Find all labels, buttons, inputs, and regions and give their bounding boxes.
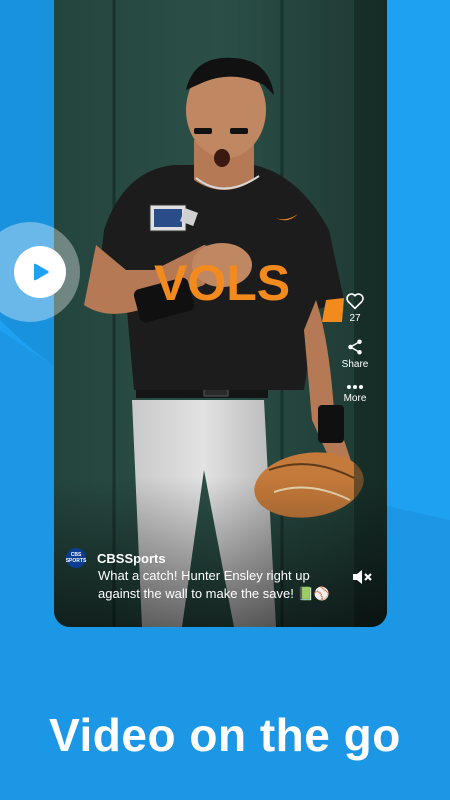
cbs-sports-logo: CBS SPORTS: [66, 548, 86, 568]
more-icon: [346, 385, 363, 389]
mute-button[interactable]: [351, 568, 373, 586]
more-label: More: [343, 393, 367, 404]
side-actions: 27 Share More: [335, 292, 375, 418]
more-button[interactable]: More: [343, 384, 367, 404]
video-source[interactable]: CBS SPORTS CBSSports: [66, 548, 166, 568]
heart-icon: [346, 293, 364, 310]
share-label: Share: [341, 359, 369, 370]
video-player[interactable]: VOLS 27 Share More CBS SPORTS CBSSports …: [54, 0, 387, 627]
play-button-inner: [14, 246, 66, 298]
share-button[interactable]: Share: [341, 338, 369, 370]
logo-text: CBS SPORTS: [65, 552, 87, 564]
muted-speaker-icon: [353, 570, 372, 584]
tagline: Video on the go: [49, 709, 401, 761]
jersey-letters: VOLS: [154, 255, 290, 311]
play-icon: [34, 263, 49, 281]
share-icon: [348, 339, 362, 355]
video-caption: What a catch! Hunter Ensley right up aga…: [98, 568, 330, 601]
source-name: CBSSports: [97, 550, 166, 566]
like-button[interactable]: 27: [345, 292, 365, 324]
like-count: 27: [349, 313, 361, 324]
